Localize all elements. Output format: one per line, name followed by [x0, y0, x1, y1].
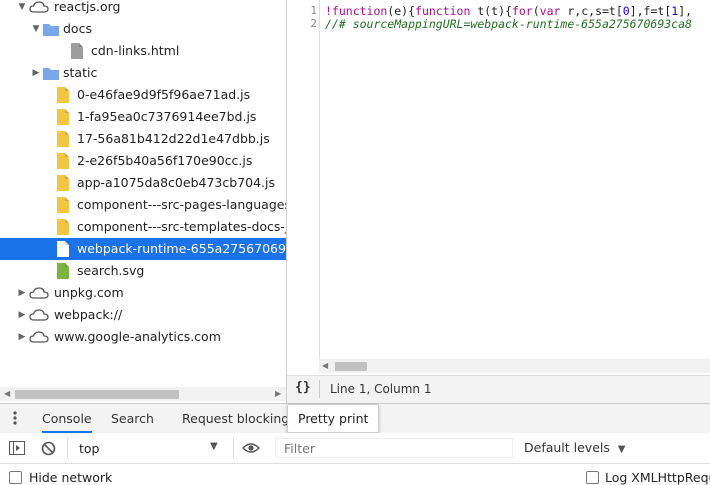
cloud-icon — [29, 331, 49, 343]
tree-item-label: webpack-runtime-655a275670693ca — [77, 241, 286, 256]
status-divider — [319, 380, 320, 398]
tree-item-label: 0-e46fae9d9f5f96ae71ad.js — [77, 87, 251, 102]
tree-item-folder[interactable]: ▼ docs — [0, 18, 286, 40]
tree-item-file[interactable]: webpack-runtime-655a275670693ca — [0, 238, 286, 260]
tree-item-file[interactable]: 17-56a81b412d22d1e47dbb.js — [0, 128, 286, 150]
script-file-icon — [57, 197, 69, 213]
cloud-icon — [29, 287, 49, 299]
tree-item-domain[interactable]: ▶ unpkg.com — [0, 282, 286, 304]
tree-item-file[interactable]: 0-e46fae9d9f5f96ae71ad.js — [0, 84, 286, 106]
scroll-right-arrow-icon[interactable]: ▶ — [275, 387, 281, 401]
editor-scroll-thumb[interactable] — [335, 362, 367, 371]
chevron-down-icon: ▼ — [617, 444, 626, 455]
tree-item-label: cdn-links.html — [91, 43, 180, 58]
cloud-icon — [29, 1, 49, 13]
code-line-2: //# sourceMappingURL=webpack-runtime-655… — [325, 17, 692, 31]
tree-item-label: 2-e26f5b40a56f170e90cc.js — [77, 153, 253, 168]
pretty-print-tooltip: Pretty print — [287, 404, 380, 433]
script-file-icon — [57, 131, 69, 147]
document-icon — [71, 43, 83, 59]
log-xhr-checkbox[interactable] — [586, 471, 599, 484]
tree-scroll-thumb[interactable] — [15, 390, 179, 399]
tree-item-label: 1-fa95ea0c7376914ee7bd.js — [77, 109, 257, 124]
editor-horizontal-scrollbar[interactable]: ◀ — [319, 359, 710, 373]
tree-item-file[interactable]: 1-fa95ea0c7376914ee7bd.js — [0, 106, 286, 128]
code-editor[interactable]: 1 2 !function(e){function t(t){for(var r… — [287, 0, 710, 375]
line-number-gutter: 1 2 — [287, 0, 320, 360]
collapsed-arrow-icon[interactable]: ▶ — [17, 326, 27, 348]
script-file-icon — [57, 175, 69, 191]
tree-item-file[interactable]: component---src-templates-docs-js-e — [0, 216, 286, 238]
pretty-print-button[interactable]: {} — [295, 380, 311, 395]
scroll-left-arrow-icon[interactable]: ◀ — [322, 359, 328, 373]
clear-console-icon[interactable] — [41, 441, 56, 456]
hide-network-label: Hide network — [29, 470, 113, 485]
tree-item-label: www.google-analytics.com — [54, 329, 221, 344]
tree-item-file[interactable]: component---src-pages-languages-js- — [0, 194, 286, 216]
tree-item-label: component---src-templates-docs-js-e — [77, 219, 286, 234]
toolbar-divider — [67, 438, 68, 458]
folder-icon — [43, 23, 59, 36]
expand-arrow-icon[interactable]: ▼ — [31, 18, 41, 40]
kebab-menu-icon[interactable] — [13, 411, 17, 425]
cursor-position: Line 1, Column 1 — [330, 382, 432, 396]
tree-item-label: reactjs.org — [54, 0, 121, 14]
tree-item-label: unpkg.com — [54, 285, 124, 300]
log-levels-dropdown[interactable]: Default levels ▼ — [524, 440, 625, 458]
script-file-icon — [57, 153, 69, 169]
log-xhr-label: Log XMLHttpReque — [605, 470, 710, 485]
toolbar-divider — [233, 438, 234, 458]
collapsed-arrow-icon[interactable]: ▶ — [17, 304, 27, 326]
collapsed-arrow-icon[interactable]: ▶ — [31, 62, 41, 84]
filter-input[interactable] — [275, 438, 513, 458]
line-number: 2 — [310, 17, 317, 30]
script-file-icon — [57, 87, 69, 103]
tree-item-file[interactable]: app-a1075da8c0eb473cb704.js — [0, 172, 286, 194]
tree-item-label: docs — [63, 21, 92, 36]
tree-item-file[interactable]: search.svg — [0, 260, 286, 282]
cloud-icon — [29, 309, 49, 321]
tree-item-label: static — [63, 65, 98, 80]
tree-item-label: search.svg — [77, 263, 145, 278]
log-levels-label: Default levels — [524, 440, 610, 455]
line-number: 1 — [310, 4, 317, 17]
sidebar-toggle-icon[interactable] — [9, 441, 25, 455]
console-toolbar: top ▼ Default levels ▼ — [0, 433, 710, 464]
tree-item-file[interactable]: cdn-links.html — [0, 40, 286, 62]
tab-console[interactable]: Console — [42, 404, 92, 433]
context-value: top — [79, 441, 100, 456]
chevron-down-icon: ▼ — [210, 441, 218, 452]
tree-item-label: component---src-pages-languages-js- — [77, 197, 286, 212]
live-expression-eye-icon[interactable] — [242, 442, 260, 454]
console-settings: Hide network Log XMLHttpReque — [0, 464, 710, 485]
script-file-icon — [57, 109, 69, 125]
tab-search[interactable]: Search — [111, 404, 154, 433]
tree-horizontal-scrollbar[interactable]: ◀ ▶ — [0, 387, 286, 401]
file-navigator-tree: ▼ reactjs.org ▼ docs cdn-links.html ▶ static 0-… — [0, 0, 286, 403]
document-icon — [57, 241, 69, 257]
scroll-left-arrow-icon[interactable]: ◀ — [4, 387, 10, 401]
script-file-icon — [57, 219, 69, 235]
tab-request-blocking[interactable]: Request blocking — [182, 404, 289, 433]
code-line-1: !function(e){function t(t){for(var r,c,s… — [325, 4, 693, 18]
folder-icon — [43, 67, 59, 80]
hide-network-checkbox[interactable] — [9, 471, 22, 484]
tree-item-domain[interactable]: ▶ www.google-analytics.com — [0, 326, 286, 348]
tree-item-domain[interactable]: ▶ webpack:// — [0, 304, 286, 326]
tree-item-domain[interactable]: ▼ reactjs.org — [0, 0, 286, 18]
tree-item-label: 17-56a81b412d22d1e47dbb.js — [77, 131, 270, 146]
image-file-icon — [57, 263, 69, 279]
collapsed-arrow-icon[interactable]: ▶ — [17, 282, 27, 304]
tree-item-folder[interactable]: ▶ static — [0, 62, 286, 84]
tree-item-file[interactable]: 2-e26f5b40a56f170e90cc.js — [0, 150, 286, 172]
editor-status-bar: {} Line 1, Column 1 — [287, 375, 710, 403]
tree-item-label: app-a1075da8c0eb473cb704.js — [77, 175, 275, 190]
expand-arrow-icon[interactable]: ▼ — [17, 0, 27, 18]
tree-item-label: webpack:// — [54, 307, 123, 322]
context-selector[interactable]: top ▼ — [76, 438, 228, 458]
